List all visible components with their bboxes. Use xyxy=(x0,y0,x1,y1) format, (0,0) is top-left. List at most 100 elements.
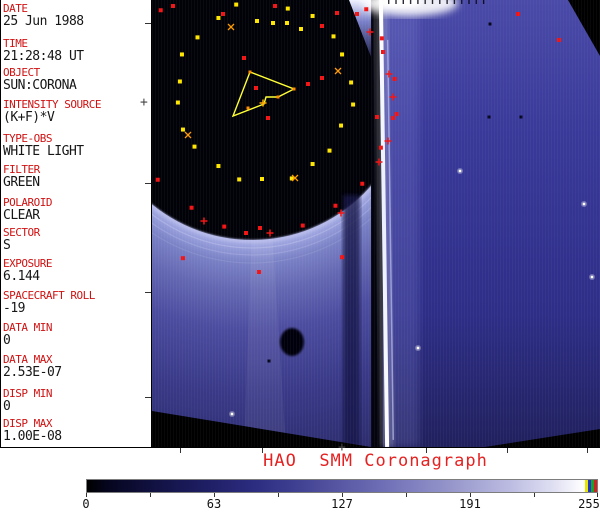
fiducial-dot xyxy=(273,4,277,8)
fiducial-dot xyxy=(244,231,248,235)
metadata-sidebar: DATE25 Jun 1988TIME21:28:48 UTOBJECTSUN:… xyxy=(0,0,151,447)
fiducial-dot xyxy=(516,12,520,16)
field-label: EXPOSURE xyxy=(3,258,149,269)
fiducial-dot xyxy=(176,101,180,105)
screen: { "sidebar": { "fields": [ {"label":"DAT… xyxy=(0,0,600,512)
colorbar-tick xyxy=(406,493,407,497)
fiducial-dot xyxy=(333,204,337,208)
field-value: 0 xyxy=(3,334,149,347)
field-value: 6.144 xyxy=(3,270,149,283)
star xyxy=(583,203,586,206)
field-label: INTENSITY SOURCE xyxy=(3,99,149,110)
fiducial-dot xyxy=(285,21,289,25)
colorbar-tick-label: 191 xyxy=(459,498,481,510)
colorbar-tick xyxy=(150,493,151,497)
fiducial-dot xyxy=(360,182,364,186)
metadata-field: SECTORS xyxy=(3,227,149,252)
field-label: TYPE-OBS xyxy=(3,133,149,144)
field-value: S xyxy=(3,239,149,252)
plot-frame-left xyxy=(0,0,1,448)
polygon-vertex-dot xyxy=(277,96,280,99)
fiducial-dot xyxy=(301,224,305,228)
polygon-vertex-dot xyxy=(293,88,296,91)
field-label: DATA MAX xyxy=(3,354,149,365)
fiducial-dot xyxy=(364,7,368,11)
metadata-field: POLAROIDCLEAR xyxy=(3,197,149,222)
fiducial-dot xyxy=(340,255,344,259)
metadata-field: DATA MIN0 xyxy=(3,322,149,347)
field-label: TIME xyxy=(3,38,149,49)
fiducial-dot xyxy=(380,36,384,40)
metadata-field: SPACECRAFT ROLL-19 xyxy=(3,290,149,315)
fiducial-dot xyxy=(335,11,339,15)
y-axis-tick xyxy=(145,397,151,398)
colorbar xyxy=(86,479,598,493)
fiducial-dot xyxy=(311,14,315,18)
field-label: DATA MIN xyxy=(3,322,149,333)
coronagraph-image-canvas xyxy=(152,0,600,447)
field-value: WHITE LIGHT xyxy=(3,145,149,158)
dark-blob xyxy=(280,328,304,356)
fiducial-dot xyxy=(328,149,332,153)
fiducial-dot xyxy=(395,112,399,116)
field-value: SUN:CORONA xyxy=(3,79,149,92)
dark-speck xyxy=(489,23,492,26)
fiducial-dot xyxy=(332,34,336,38)
dark-speck xyxy=(268,360,271,363)
fiducial-dot xyxy=(195,35,199,39)
fiducial-dot xyxy=(393,77,397,81)
fiducial-dot xyxy=(216,164,220,168)
fiducial-dot xyxy=(171,4,175,8)
fiducial-dot xyxy=(306,82,310,86)
field-value: 0 xyxy=(3,400,149,413)
star xyxy=(459,170,462,173)
fiducial-dot xyxy=(340,52,344,56)
field-value: -19 xyxy=(3,302,149,315)
field-value: 2.53E-07 xyxy=(3,366,149,379)
colorbar-tick xyxy=(278,493,279,497)
metadata-field: OBJECTSUN:CORONA xyxy=(3,67,149,92)
fiducial-dot xyxy=(271,21,275,25)
fiducial-dot xyxy=(180,52,184,56)
fiducial-dot xyxy=(557,38,561,42)
y-axis-tick xyxy=(145,183,151,184)
fiducial-dot xyxy=(349,80,353,84)
fiducial-dot xyxy=(216,16,220,20)
y-axis-tick xyxy=(145,292,151,293)
field-label: DATE xyxy=(3,3,149,14)
fiducial-dot xyxy=(266,116,270,120)
fiducial-dot xyxy=(156,178,160,182)
fiducial-dot xyxy=(299,27,303,31)
field-value: 21:28:48 UT xyxy=(3,50,149,63)
field-value: CLEAR xyxy=(3,209,149,222)
fiducial-dot xyxy=(234,3,238,7)
fiducial-dot xyxy=(257,270,261,274)
fiducial-dot xyxy=(381,50,385,54)
fiducial-dot xyxy=(181,128,185,132)
fiducial-dot xyxy=(379,146,383,150)
metadata-field: DISP MIN0 xyxy=(3,388,149,413)
field-value: 1.00E-08 xyxy=(3,430,149,443)
field-value: (K+F)*V xyxy=(3,111,149,124)
field-label: FILTER xyxy=(3,164,149,175)
fiducial-dot xyxy=(355,12,359,16)
coronagraph-image xyxy=(151,0,600,447)
field-label: DISP MIN xyxy=(3,388,149,399)
fiducial-dot xyxy=(178,79,182,83)
metadata-field: EXPOSURE6.144 xyxy=(3,258,149,283)
colorbar-tick xyxy=(534,493,535,497)
plot-frame-bottom xyxy=(0,447,600,448)
colorbar-tick-label: 0 xyxy=(82,498,89,510)
field-label: SPACECRAFT ROLL xyxy=(3,290,149,301)
colorbar-tick-label: 255 xyxy=(578,498,600,510)
metadata-field: INTENSITY SOURCE(K+F)*V xyxy=(3,99,149,124)
colorbar-tick-label: 127 xyxy=(331,498,353,510)
fiducial-dot xyxy=(258,226,262,230)
fiducial-dot xyxy=(254,86,258,90)
dark-speck xyxy=(488,116,491,119)
colorbar-tick-label: 63 xyxy=(207,498,221,510)
fiducial-dot xyxy=(320,76,324,80)
fiducial-dot xyxy=(320,24,324,28)
fiducial-dot xyxy=(255,19,259,23)
fiducial-dot xyxy=(222,225,226,229)
